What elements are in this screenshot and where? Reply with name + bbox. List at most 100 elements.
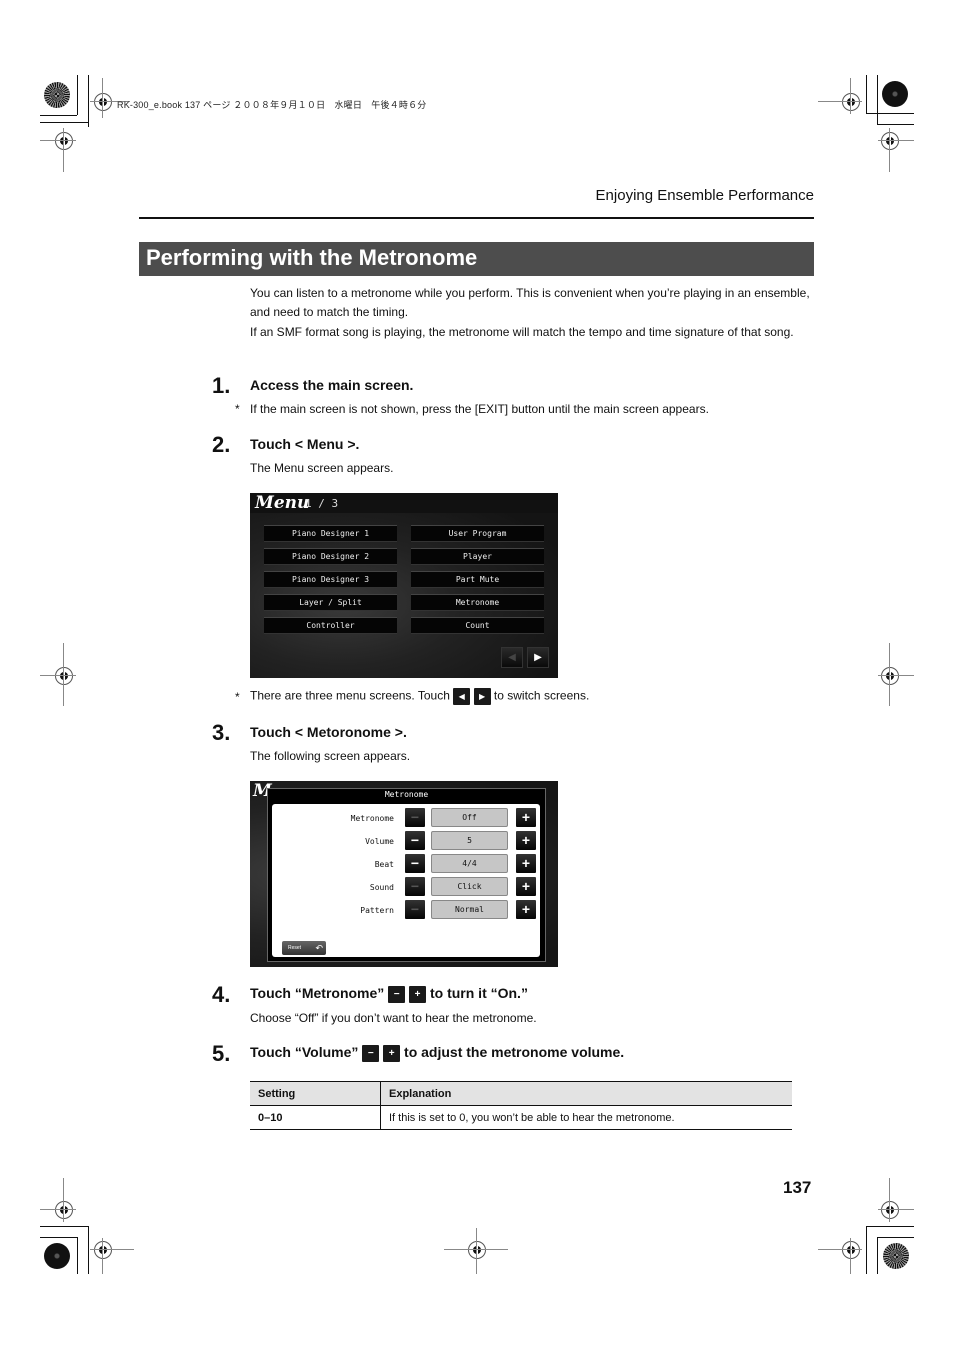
menu-screen-image: Menu 1 / 3 Piano Designer 1 Piano Design… [250,493,558,678]
crosshair-icon [468,1241,486,1259]
menu-button-piano-designer-2: Piano Designer 2 [264,548,397,565]
step-note: If the main screen is not shown, press t… [250,402,709,416]
menu-button-player: Player [411,548,544,565]
minus-icon: − [405,900,425,919]
minus-icon: − [405,854,425,873]
param-value: 5 [431,831,508,850]
crosshair-icon [55,132,73,150]
step-title-before: Touch “Metronome” [250,985,385,1001]
step-number: 1. [212,373,231,398]
crosshair-icon [842,93,860,111]
step-number: 4. [212,982,231,1007]
param-label: Volume [365,837,394,846]
next-page-icon: ▶ [527,647,549,668]
reset-button: Reset ↶ [282,941,326,955]
menu-button-layer-split: Layer / Split [264,594,397,611]
note-text-before: There are three menu screens. Touch [250,688,450,703]
step-number: 2. [212,432,231,457]
param-label: Pattern [360,906,394,915]
param-label: Sound [369,883,394,892]
running-head: Enjoying Ensemble Performance [595,187,814,204]
reset-label: Reset [288,945,302,951]
menu-button-user-program: User Program [411,525,544,542]
registration-dial-icon [882,81,908,107]
registration-dial-icon [44,1243,70,1269]
crosshair-icon [842,1241,860,1259]
plus-icon: + [409,985,427,1003]
step-description: The following screen appears. [250,749,411,763]
settings-table: Setting Explanation 0–10 If this is set … [250,1082,792,1130]
registration-dial-icon [883,1243,909,1269]
note-marker: * [235,402,240,416]
section-title: Performing with the Metronome [146,245,478,270]
step-number: 3. [212,720,231,745]
step-title: Touch “Volume” − + to adjust the metrono… [250,1044,624,1062]
page-number: 137 [783,1178,812,1197]
minus-icon: − [388,985,406,1003]
intro-paragraph: You can listen to a metronome while you … [250,286,810,319]
plus-icon: + [516,877,536,896]
menu-screen-title: Menu [255,493,310,513]
step-description: The Menu screen appears. [250,461,394,475]
step-note: There are three menu screens. Touch ◀ ▶ … [250,688,589,705]
column-header-setting: Setting [250,1082,381,1106]
step-title: Touch “Metronome” − + to turn it “On.” [250,985,528,1003]
param-value: Off [431,808,508,827]
menu-button-part-mute: Part Mute [411,571,544,588]
menu-button-count: Count [411,617,544,634]
plus-icon: + [516,900,536,919]
plus-icon: + [516,854,536,873]
header-rule [139,217,814,219]
menu-button-controller: Controller [264,617,397,634]
minus-icon: − [405,808,425,827]
minus-icon: − [405,831,425,850]
dialog-title: Metronome [384,790,429,799]
step-title: Touch < Metoronome >. [250,724,407,740]
registration-dial-icon [44,82,70,108]
note-marker: * [235,690,240,704]
prev-page-icon: ◀ [501,647,523,668]
plus-icon: + [516,831,536,850]
crosshair-icon [881,1201,899,1219]
param-label: Metronome [350,814,394,823]
right-arrow-icon: ▶ [473,688,491,705]
crosshair-icon [55,1201,73,1219]
param-label: Beat [374,860,394,869]
print-header: RK-300_e.book 137 ページ ２００８年９月１０日 水曜日 午後４… [117,100,427,110]
step-title: Touch < Menu >. [250,436,360,452]
param-value: Normal [431,900,508,919]
crosshair-icon [881,132,899,150]
note-text-after: to switch screens. [493,688,590,703]
table-header-row: Setting Explanation [250,1082,792,1106]
crosshair-icon [55,667,73,685]
menu-button-piano-designer-1: Piano Designer 1 [264,525,397,542]
step-title-after: to adjust the metronome volume. [404,1044,625,1060]
step-title-after: to turn it “On.” [429,985,528,1001]
left-arrow-icon: ◀ [453,688,471,705]
menu-button-piano-designer-3: Piano Designer 3 [264,571,397,588]
menu-page-indicator: 1 / 3 [305,497,339,510]
step-title-before: Touch “Volume” [250,1044,359,1060]
section-header: Performing with the Metronome [139,242,814,276]
metronome-screen-image: M Metronome Metronome − Off + Volume − 5… [250,781,558,967]
plus-icon: + [383,1044,401,1062]
step-description: Choose “Off” if you don’t want to hear t… [250,1011,537,1025]
step-title: Access the main screen. [250,377,414,393]
metronome-dialog: Metronome Metronome − Off + Volume − 5 +… [267,788,546,962]
table-row: 0–10 If this is set to 0, you won’t be a… [250,1105,792,1130]
intro-paragraph: If an SMF format song is playing, the me… [250,325,794,339]
plus-icon: + [516,808,536,827]
minus-icon: − [405,877,425,896]
step-number: 5. [212,1041,231,1066]
explanation-cell: If this is set to 0, you won’t be able t… [380,1105,792,1130]
setting-cell: 0–10 [250,1105,381,1130]
param-value: 4/4 [431,854,508,873]
crosshair-icon [94,1241,112,1259]
crosshair-icon [881,667,899,685]
undo-icon: ↶ [315,943,323,953]
crosshair-icon [94,93,112,111]
minus-icon: − [362,1044,380,1062]
column-header-explanation: Explanation [380,1082,792,1106]
menu-button-metronome: Metronome [411,594,544,611]
param-value: Click [431,877,508,896]
